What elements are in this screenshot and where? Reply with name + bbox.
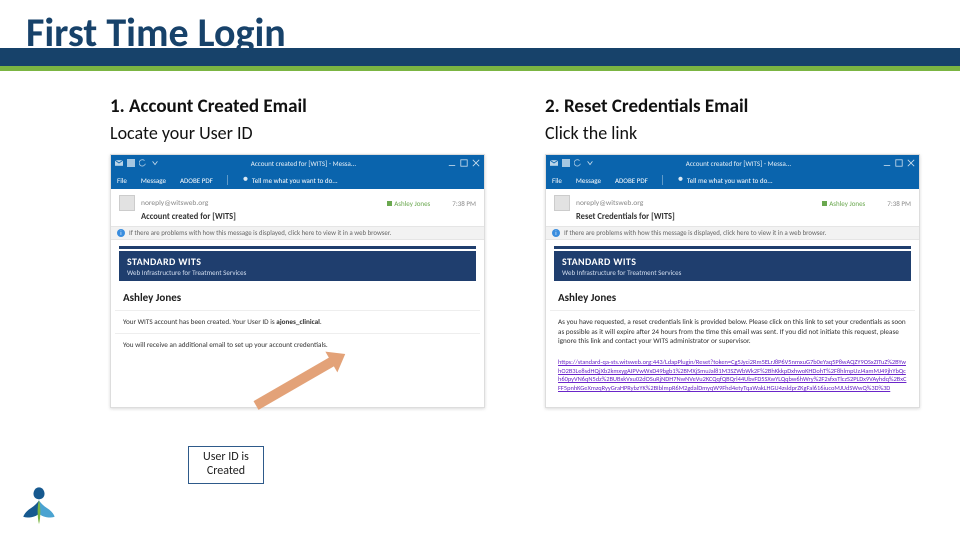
minimize-icon[interactable] bbox=[883, 159, 891, 167]
email-greeting: Ashley Jones bbox=[115, 281, 480, 310]
undo-icon[interactable] bbox=[139, 159, 147, 167]
from-address: noreply@witsweb.org bbox=[141, 199, 208, 208]
tell-me[interactable]: Tell me what you want to do... bbox=[677, 176, 773, 185]
info-icon: i bbox=[552, 229, 560, 237]
ribbon: File Message ADOBE PDF Tell me what you … bbox=[546, 171, 919, 189]
email-body-instructions: As you have requested, a reset credentia… bbox=[550, 310, 915, 352]
window-titlebar: Account created for [WITS] - Messa... bbox=[546, 155, 919, 171]
info-bar-text: If there are problems with how this mess… bbox=[129, 229, 391, 237]
lightbulb-icon bbox=[677, 176, 684, 185]
tell-me-text: Tell me what you want to do... bbox=[687, 176, 773, 185]
tab-file[interactable]: File bbox=[552, 176, 562, 185]
tell-me[interactable]: Tell me what you want to do... bbox=[242, 176, 338, 185]
body-line1-tail: . bbox=[320, 317, 322, 326]
save-icon[interactable] bbox=[127, 159, 135, 167]
brand-name: STANDARD WITS bbox=[562, 255, 903, 268]
brand-banner: STANDARD WITS Web Infrastructure for Tre… bbox=[119, 251, 476, 281]
ribbon-separator bbox=[662, 175, 663, 185]
tab-adobe-pdf[interactable]: ADOBE PDF bbox=[615, 176, 648, 185]
recipient-tag: Ashley Jones bbox=[820, 199, 867, 208]
column-reset-credentials: 2. Reset Credentials Email Click the lin… bbox=[545, 95, 920, 408]
message-body: STANDARD WITS Web Infrastructure for Tre… bbox=[546, 240, 919, 407]
brand-banner: STANDARD WITS Web Infrastructure for Tre… bbox=[554, 251, 911, 281]
info-bar-text: If there are problems with how this mess… bbox=[564, 229, 826, 237]
message-subject: Reset Credentials for [WITS] bbox=[576, 212, 911, 222]
content-columns: 1. Account Created Email Locate your Use… bbox=[0, 85, 960, 408]
chevron-down-icon[interactable] bbox=[151, 159, 159, 167]
lightbulb-icon bbox=[242, 176, 249, 185]
recipient-tag: Ashley Jones bbox=[385, 199, 432, 208]
undo-icon[interactable] bbox=[574, 159, 582, 167]
callout-group: User ID is Created bbox=[110, 416, 470, 486]
message-subject: Account created for [WITS] bbox=[141, 212, 476, 222]
save-icon[interactable] bbox=[562, 159, 570, 167]
email-body-line-followup: You will receive an additional email to … bbox=[115, 333, 480, 356]
col2-subheading: Click the link bbox=[545, 122, 920, 144]
window-title-text: Account created for [WITS] - Messa... bbox=[163, 159, 444, 168]
info-bar[interactable]: i If there are problems with how this me… bbox=[111, 226, 484, 240]
tell-me-text: Tell me what you want to do... bbox=[252, 176, 338, 185]
message-header: noreply@witsweb.org Ashley Jones 7:38 PM… bbox=[546, 189, 919, 226]
brand-top-rule bbox=[119, 246, 476, 249]
received-time: 7:38 PM bbox=[887, 199, 911, 208]
recipient-name: Ashley Jones bbox=[394, 199, 430, 208]
window-titlebar: Account created for [WITS] - Messa... bbox=[111, 155, 484, 171]
minimize-icon[interactable] bbox=[448, 159, 456, 167]
info-icon: i bbox=[117, 229, 125, 237]
close-icon[interactable] bbox=[907, 159, 915, 167]
col1-heading: 1. Account Created Email bbox=[110, 95, 485, 118]
mail-envelope-icon bbox=[115, 159, 123, 167]
col1-subheading: Locate your User ID bbox=[110, 122, 485, 144]
brand-tagline: Web Infrastructure for Treatment Service… bbox=[562, 268, 903, 277]
close-icon[interactable] bbox=[472, 159, 480, 167]
window-title-text: Account created for [WITS] - Messa... bbox=[598, 159, 879, 168]
mail-envelope-icon bbox=[550, 159, 558, 167]
chevron-down-icon[interactable] bbox=[586, 159, 594, 167]
maximize-icon[interactable] bbox=[460, 159, 468, 167]
ribbon-separator bbox=[227, 175, 228, 185]
body-line1-lead: Your WITS account has been created. Your… bbox=[123, 317, 276, 326]
message-header: noreply@witsweb.org Ashley Jones 7:38 PM… bbox=[111, 189, 484, 226]
tab-adobe-pdf[interactable]: ADOBE PDF bbox=[180, 176, 213, 185]
received-time: 7:38 PM bbox=[452, 199, 476, 208]
header: First Time Login bbox=[0, 0, 960, 85]
email-body-line-userid: Your WITS account has been created. Your… bbox=[115, 310, 480, 333]
user-id-value: ajones_clinical bbox=[276, 317, 320, 326]
reset-credentials-link[interactable]: https://standard-qa-sts.witsweb.org:443/… bbox=[550, 352, 915, 401]
tab-message[interactable]: Message bbox=[576, 176, 601, 185]
tab-file[interactable]: File bbox=[117, 176, 127, 185]
brand-top-rule bbox=[554, 246, 911, 249]
from-address: noreply@witsweb.org bbox=[576, 199, 643, 208]
header-accent bbox=[0, 66, 960, 71]
email-greeting: Ashley Jones bbox=[550, 281, 915, 310]
info-bar[interactable]: i If there are problems with how this me… bbox=[546, 226, 919, 240]
maximize-icon[interactable] bbox=[895, 159, 903, 167]
callout-line1: User ID is bbox=[203, 451, 249, 465]
callout-line2: Created bbox=[203, 465, 249, 479]
page-title: First Time Login bbox=[26, 8, 286, 57]
brand-name: STANDARD WITS bbox=[127, 255, 468, 268]
recipient-square-icon bbox=[387, 201, 392, 206]
recipient-name: Ashley Jones bbox=[829, 199, 865, 208]
outlook-window-account-created: Account created for [WITS] - Messa... Fi… bbox=[110, 154, 485, 408]
recipient-square-icon bbox=[822, 201, 827, 206]
avatar bbox=[119, 195, 135, 211]
brand-tagline: Web Infrastructure for Treatment Service… bbox=[127, 268, 468, 277]
outlook-window-reset-credentials: Account created for [WITS] - Messa... Fi… bbox=[545, 154, 920, 408]
tab-message[interactable]: Message bbox=[141, 176, 166, 185]
avatar bbox=[554, 195, 570, 211]
col2-heading: 2. Reset Credentials Email bbox=[545, 95, 920, 118]
column-account-created: 1. Account Created Email Locate your Use… bbox=[110, 95, 485, 408]
callout-box: User ID is Created bbox=[188, 446, 264, 484]
company-logo-icon bbox=[16, 480, 62, 526]
ribbon: File Message ADOBE PDF Tell me what you … bbox=[111, 171, 484, 189]
